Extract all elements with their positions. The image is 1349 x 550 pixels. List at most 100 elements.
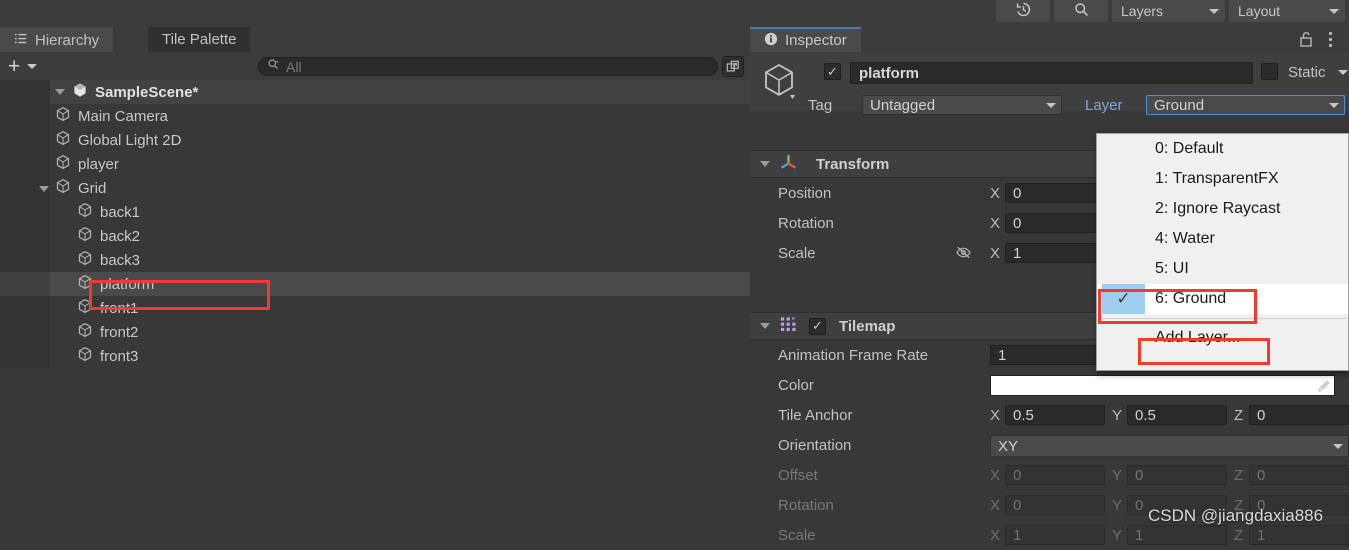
menu-item-layer-5-ui[interactable]: 5: UI xyxy=(1097,254,1348,284)
layout-dropdown[interactable]: Layout xyxy=(1229,0,1345,22)
offset-x-field: 0 xyxy=(1005,465,1105,485)
watermark: CSDN @jiangdaxia886 xyxy=(1148,506,1324,525)
chevron-down-icon[interactable] xyxy=(760,161,770,167)
menu-item-add-layer[interactable]: Add Layer... xyxy=(1097,323,1348,353)
tilemap-scale-y-value: 1 xyxy=(1135,526,1144,544)
gameobject-name-field[interactable]: platform xyxy=(850,62,1253,84)
chevron-down-icon[interactable] xyxy=(55,89,65,95)
color-swatch[interactable] xyxy=(990,375,1335,396)
hierarchy-icon xyxy=(14,32,28,50)
tile-anchor-z-value: 0 xyxy=(1257,406,1266,424)
hierarchy-item-platform[interactable]: platform xyxy=(0,272,750,296)
hierarchy-item-back2[interactable]: back2 xyxy=(0,224,750,248)
color-label: Color xyxy=(778,376,814,394)
tab-inspector-label: Inspector xyxy=(785,32,847,49)
gameobject-icon xyxy=(55,106,71,126)
transform-rotation-x-field[interactable]: 0 xyxy=(1005,213,1105,233)
inspector-lock-button[interactable] xyxy=(1298,30,1314,52)
menu-separator xyxy=(1098,318,1347,319)
tab-tile-palette[interactable]: Tile Palette xyxy=(148,27,251,52)
layers-dropdown[interactable]: Layers xyxy=(1112,0,1225,22)
hierarchy-item-main-camera[interactable]: Main Camera xyxy=(0,104,750,128)
gameobject-enabled-checkbox[interactable]: ✓ xyxy=(824,63,841,80)
row-gutter xyxy=(0,320,50,344)
row-gutter xyxy=(0,200,50,224)
menu-item-label: 4: Water xyxy=(1155,230,1215,247)
chevron-down-icon xyxy=(1329,8,1339,14)
hierarchy-item-label: back1 xyxy=(100,203,141,221)
hierarchy-item-global-light-2d[interactable]: Global Light 2D xyxy=(0,128,750,152)
tile-anchor-y-field[interactable]: 0.5 xyxy=(1127,405,1227,425)
axis-z-label: Z xyxy=(1234,526,1244,544)
plus-icon: + xyxy=(8,54,21,78)
static-label: Static xyxy=(1288,64,1326,81)
menu-item-layer-6-ground[interactable]: ✓ 6: Ground xyxy=(1097,284,1348,314)
layer-label: Layer xyxy=(1085,97,1123,114)
history-button[interactable] xyxy=(996,0,1050,22)
offset-y-field: 0 xyxy=(1127,465,1227,485)
hierarchy-item-label: Grid xyxy=(78,179,107,197)
open-in-new-window-button[interactable] xyxy=(722,56,744,77)
layer-dropdown[interactable]: Ground xyxy=(1146,95,1345,115)
menu-item-label: 6: Ground xyxy=(1155,290,1227,307)
menu-item-layer-0-default[interactable]: 0: Default xyxy=(1097,134,1348,164)
hierarchy-item-front3[interactable]: front3 xyxy=(0,344,750,368)
search-icon xyxy=(1073,1,1090,22)
menu-item-layer-1-transparentfx[interactable]: 1: TransparentFX xyxy=(1097,164,1348,194)
tilemap-rotation-label: Rotation xyxy=(778,496,834,514)
axis-x-label: X xyxy=(990,184,1001,202)
tilemap-scale-x-value: 1 xyxy=(1013,526,1022,544)
tile-anchor-x-field[interactable]: 0.5 xyxy=(1005,405,1105,425)
tilemap-grid-icon xyxy=(779,315,798,338)
static-checkbox[interactable] xyxy=(1261,63,1278,80)
tab-tile-palette-label: Tile Palette xyxy=(162,31,237,48)
layer-dropdown-menu[interactable]: 0: Default 1: TransparentFX 2: Ignore Rayc… xyxy=(1096,133,1349,371)
tile-anchor-z-field[interactable]: 0 xyxy=(1249,405,1349,425)
hierarchy-item-grid[interactable]: Grid xyxy=(0,176,750,200)
row-gutter xyxy=(0,128,50,152)
chevron-down-icon[interactable] xyxy=(1338,70,1348,75)
axis-x-label: X xyxy=(990,244,1001,262)
tile-anchor-row: Tile Anchor X 0.5 Y 0.5 Z 0 xyxy=(750,400,1349,430)
transform-scale-x-field[interactable]: 1 xyxy=(1005,243,1105,263)
axis-z-label: Z xyxy=(1234,406,1244,424)
hierarchy-item-back1[interactable]: back1 xyxy=(0,200,750,224)
tag-value: Untagged xyxy=(870,96,936,114)
offset-label: Offset xyxy=(778,466,818,484)
transform-position-x-field[interactable]: 0 xyxy=(1005,183,1105,203)
menu-item-layer-2-ignore-raycast[interactable]: 2: Ignore Raycast xyxy=(1097,194,1348,224)
tilemap-scale-z-field: 1 xyxy=(1249,525,1349,545)
hierarchy-item-front1[interactable]: front1 xyxy=(0,296,750,320)
hierarchy-scene-row[interactable]: SampleScene* xyxy=(0,80,750,104)
hierarchy-item-label: platform xyxy=(100,275,155,293)
animation-frame-rate-label: Animation Frame Rate xyxy=(778,346,929,364)
search-placeholder: All xyxy=(286,58,302,75)
menu-item-layer-4-water[interactable]: 4: Water xyxy=(1097,224,1348,254)
gameobject-icon xyxy=(77,346,93,366)
row-gutter xyxy=(0,296,50,320)
eyedropper-icon[interactable] xyxy=(1315,378,1332,399)
search-input[interactable]: All xyxy=(258,57,718,76)
tilemap-enabled-checkbox[interactable]: ✓ xyxy=(809,317,826,335)
tab-inspector[interactable]: Inspector xyxy=(750,27,861,52)
axis-x-label: X xyxy=(990,214,1001,232)
hierarchy-item-back3[interactable]: back3 xyxy=(0,248,750,272)
history-icon xyxy=(1015,1,1032,22)
search-button[interactable] xyxy=(1054,0,1108,22)
tag-dropdown[interactable]: Untagged xyxy=(862,95,1062,115)
chevron-down-icon[interactable] xyxy=(39,186,49,192)
uniform-scale-off-icon[interactable] xyxy=(955,245,972,264)
hierarchy-item-front2[interactable]: front2 xyxy=(0,320,750,344)
axis-x-label: X xyxy=(990,526,1001,544)
inspector-menu-button[interactable] xyxy=(1328,31,1333,52)
add-object-button[interactable]: + xyxy=(8,54,38,78)
orientation-dropdown[interactable]: XY xyxy=(990,435,1349,457)
chevron-down-icon[interactable] xyxy=(760,323,770,329)
axis-y-label: Y xyxy=(1112,466,1123,484)
tile-anchor-y-value: 0.5 xyxy=(1135,406,1156,424)
hierarchy-item-label: front3 xyxy=(100,347,139,365)
gameobject-icon xyxy=(77,250,93,270)
tab-hierarchy[interactable]: Hierarchy xyxy=(0,27,114,52)
layer-value: Ground xyxy=(1154,96,1205,114)
hierarchy-item-player[interactable]: player xyxy=(0,152,750,176)
